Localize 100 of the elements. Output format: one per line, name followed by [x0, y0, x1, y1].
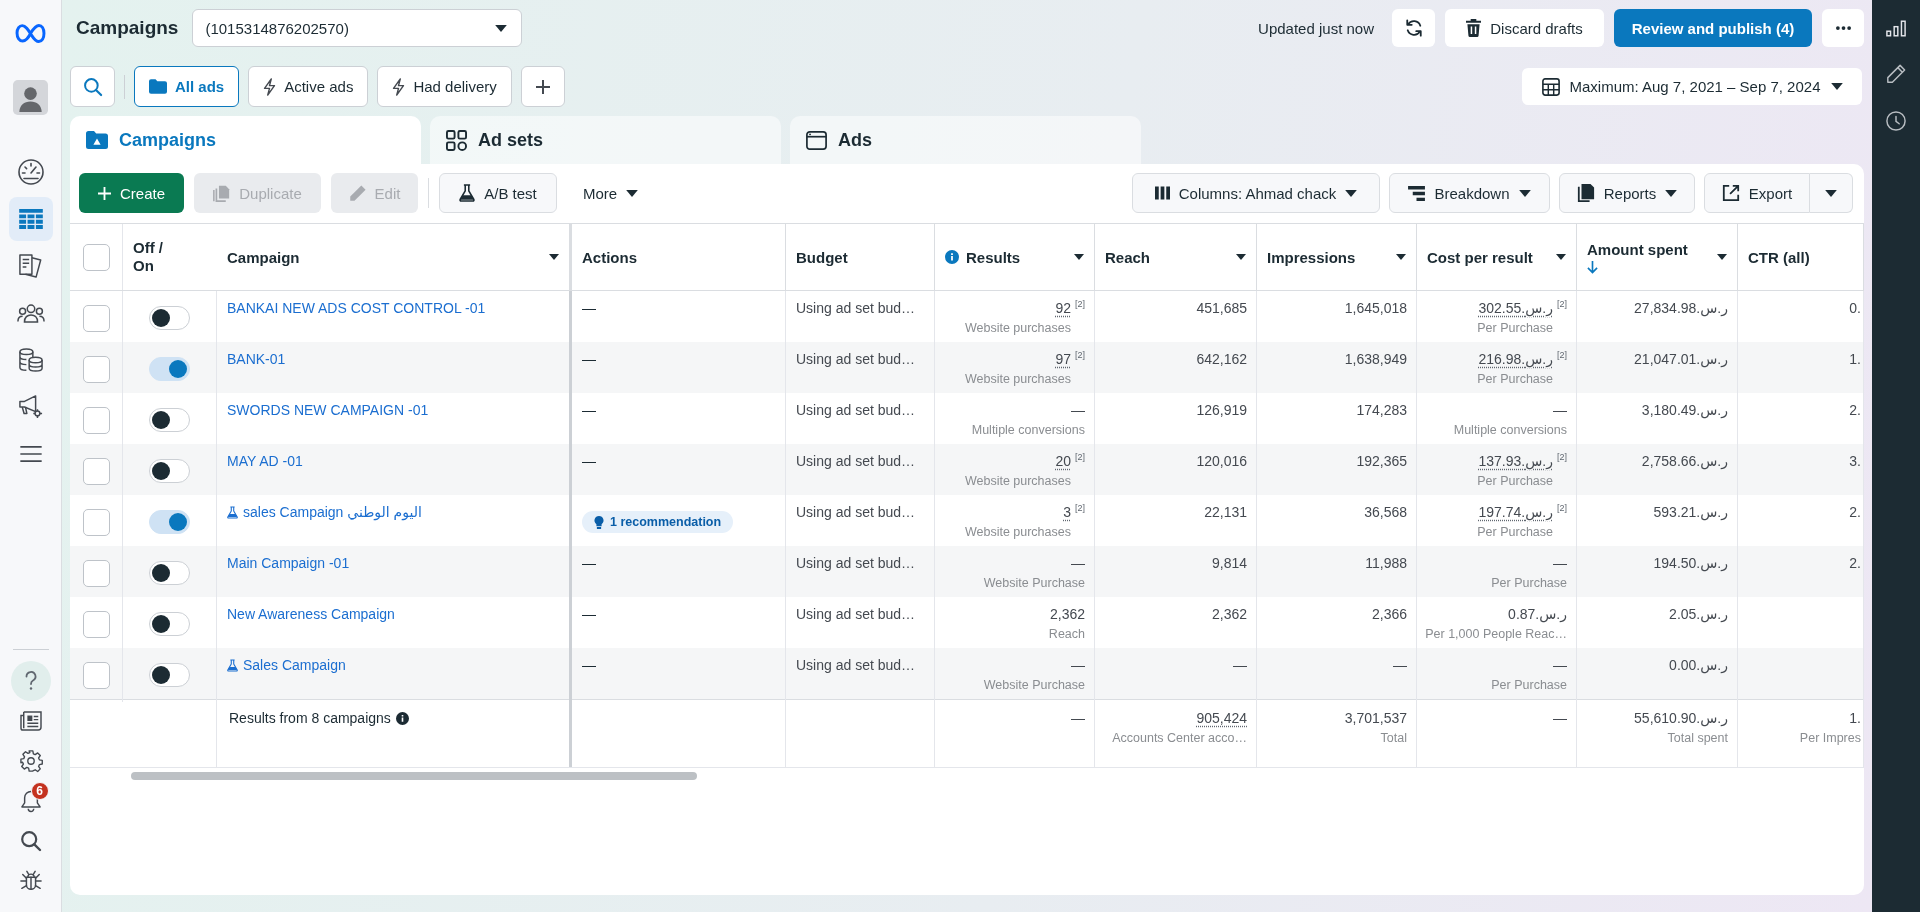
actions-text: — [582, 453, 596, 469]
column-header[interactable]: Off / On [123, 224, 217, 290]
footnote-mark: [2] [1557, 350, 1567, 360]
result-count: 97 [1055, 351, 1071, 368]
help-icon[interactable] [10, 661, 51, 701]
bar-chart-icon[interactable] [1886, 20, 1906, 37]
column-header[interactable]: Budget [786, 224, 935, 290]
spent-value: 55,610.90.ر.س [1634, 710, 1728, 727]
impressions-value: 3,701,537 [1344, 710, 1407, 727]
discard-drafts-button[interactable]: Discard drafts [1445, 9, 1604, 47]
footnote-mark: [2] [1075, 299, 1085, 309]
more-button[interactable] [1822, 9, 1864, 47]
export-menu-button[interactable] [1810, 173, 1853, 213]
export-button[interactable]: Export [1704, 173, 1810, 213]
notification-badge: 6 [30, 782, 49, 800]
tab[interactable]: Campaigns [70, 116, 421, 164]
search-button[interactable] [70, 66, 115, 107]
toggle-switch[interactable] [149, 459, 190, 483]
actions-text: — [582, 402, 596, 418]
recommendation-chip[interactable]: 1 recommendation [582, 511, 734, 533]
impressions-value: 192,365 [1356, 453, 1407, 470]
column-header[interactable]: Amount spent [1577, 224, 1738, 290]
create-button[interactable]: Create [79, 173, 184, 213]
date-range-button[interactable]: Maximum: Aug 7, 2021 – Sep 7, 2024 [1522, 68, 1862, 105]
ctr-value: 3. [1849, 453, 1861, 470]
ctr-value: 2. [1849, 504, 1861, 521]
filter-button[interactable]: Active ads [248, 66, 369, 107]
pencil-icon[interactable] [1886, 64, 1906, 84]
campaign-link[interactable]: Main Campaign -01 [227, 555, 350, 572]
breakdown-button[interactable]: Breakdown [1389, 173, 1550, 213]
settings-icon[interactable] [19, 750, 42, 772]
search-icon[interactable] [20, 831, 41, 851]
toggle-switch[interactable] [149, 663, 190, 687]
clock-icon[interactable] [1886, 111, 1906, 131]
ctr-value: 0. [1849, 300, 1861, 317]
tab[interactable]: Ad sets [430, 116, 781, 164]
avatar-icon[interactable] [13, 80, 48, 115]
campaign-link[interactable]: sales Campaign اليوم الوطني [243, 504, 422, 521]
infinity-logo[interactable] [14, 23, 47, 43]
sort-arrow-icon [1587, 260, 1598, 274]
column-header[interactable]: Impressions [1257, 224, 1417, 290]
result-count: — [1071, 555, 1085, 572]
column-header[interactable]: CTR (all) [1738, 224, 1864, 290]
campaign-link[interactable]: MAY AD -01 [227, 453, 303, 470]
toggle-switch[interactable] [149, 357, 190, 381]
trash-icon [1466, 19, 1482, 37]
ab-test-button[interactable]: A/B test [439, 173, 557, 213]
grid-icon [446, 129, 467, 151]
campaign-link[interactable]: BANK-01 [227, 351, 286, 368]
column-header[interactable]: Reach [1095, 224, 1257, 290]
campaign-link[interactable]: New Awareness Campaign [227, 606, 395, 623]
row-checkbox[interactable] [82, 610, 110, 638]
nav-item[interactable] [8, 197, 53, 241]
more-button[interactable]: More [567, 173, 655, 213]
toggle-switch[interactable] [149, 612, 190, 636]
page-title: Campaigns [76, 17, 179, 39]
column-header[interactable]: Actions [572, 224, 786, 290]
toggle-switch[interactable] [149, 561, 190, 585]
row-checkbox[interactable] [82, 457, 110, 485]
lightning-icon [392, 77, 406, 96]
info-icon[interactable] [395, 712, 409, 725]
cost-type: Per Purchase [1477, 371, 1553, 387]
cost-value: 137.93.ر.س [1478, 453, 1553, 470]
add-filter-button[interactable] [520, 66, 565, 107]
news-icon[interactable] [19, 711, 42, 731]
campaign-link[interactable]: SWORDS NEW CAMPAIGN -01 [227, 402, 429, 419]
ctr-value: 2. [1849, 555, 1861, 572]
row-checkbox[interactable] [82, 304, 110, 332]
row-checkbox[interactable] [82, 508, 110, 536]
refresh-button[interactable] [1392, 9, 1435, 47]
result-type: Website Purchase [983, 677, 1085, 693]
stacked-bars-icon [1408, 185, 1426, 201]
toggle-switch[interactable] [149, 306, 190, 330]
campaign-link[interactable]: BANKAI NEW ADS COST CONTROL -01 [227, 300, 486, 317]
filter-button[interactable]: All ads [134, 66, 240, 107]
header-checkbox[interactable] [82, 243, 110, 271]
row-checkbox[interactable] [82, 355, 110, 383]
result-count: 3 [1063, 504, 1071, 521]
actions-text: — [582, 606, 596, 622]
columns-button[interactable]: Columns: Ahmad chack [1132, 173, 1380, 213]
plus-icon [535, 79, 550, 94]
publish-button[interactable]: Review and publish (4) [1614, 9, 1812, 47]
row-checkbox[interactable] [82, 661, 110, 689]
scrollbar-thumb[interactable] [131, 772, 697, 780]
spent-value: 21,047.01.ر.س [1634, 351, 1728, 368]
budget-text: Using ad set bud… [796, 351, 916, 367]
account-dropdown[interactable]: (1015314876202570) [192, 9, 523, 47]
column-header[interactable]: Cost per result [1417, 224, 1577, 290]
campaign-link[interactable]: Sales Campaign [243, 657, 346, 674]
tab[interactable]: Ads [790, 116, 1141, 164]
filter-button[interactable]: Had delivery [377, 66, 512, 107]
column-header[interactable]: Campaign [217, 224, 572, 290]
bug-icon[interactable] [19, 870, 42, 892]
toggle-switch[interactable] [149, 510, 190, 534]
total-label: Total spent [1667, 730, 1728, 746]
reports-button[interactable]: Reports [1559, 173, 1695, 213]
column-header[interactable]: Results [935, 224, 1095, 290]
row-checkbox[interactable] [82, 406, 110, 434]
row-checkbox[interactable] [82, 559, 110, 587]
toggle-switch[interactable] [149, 408, 190, 432]
